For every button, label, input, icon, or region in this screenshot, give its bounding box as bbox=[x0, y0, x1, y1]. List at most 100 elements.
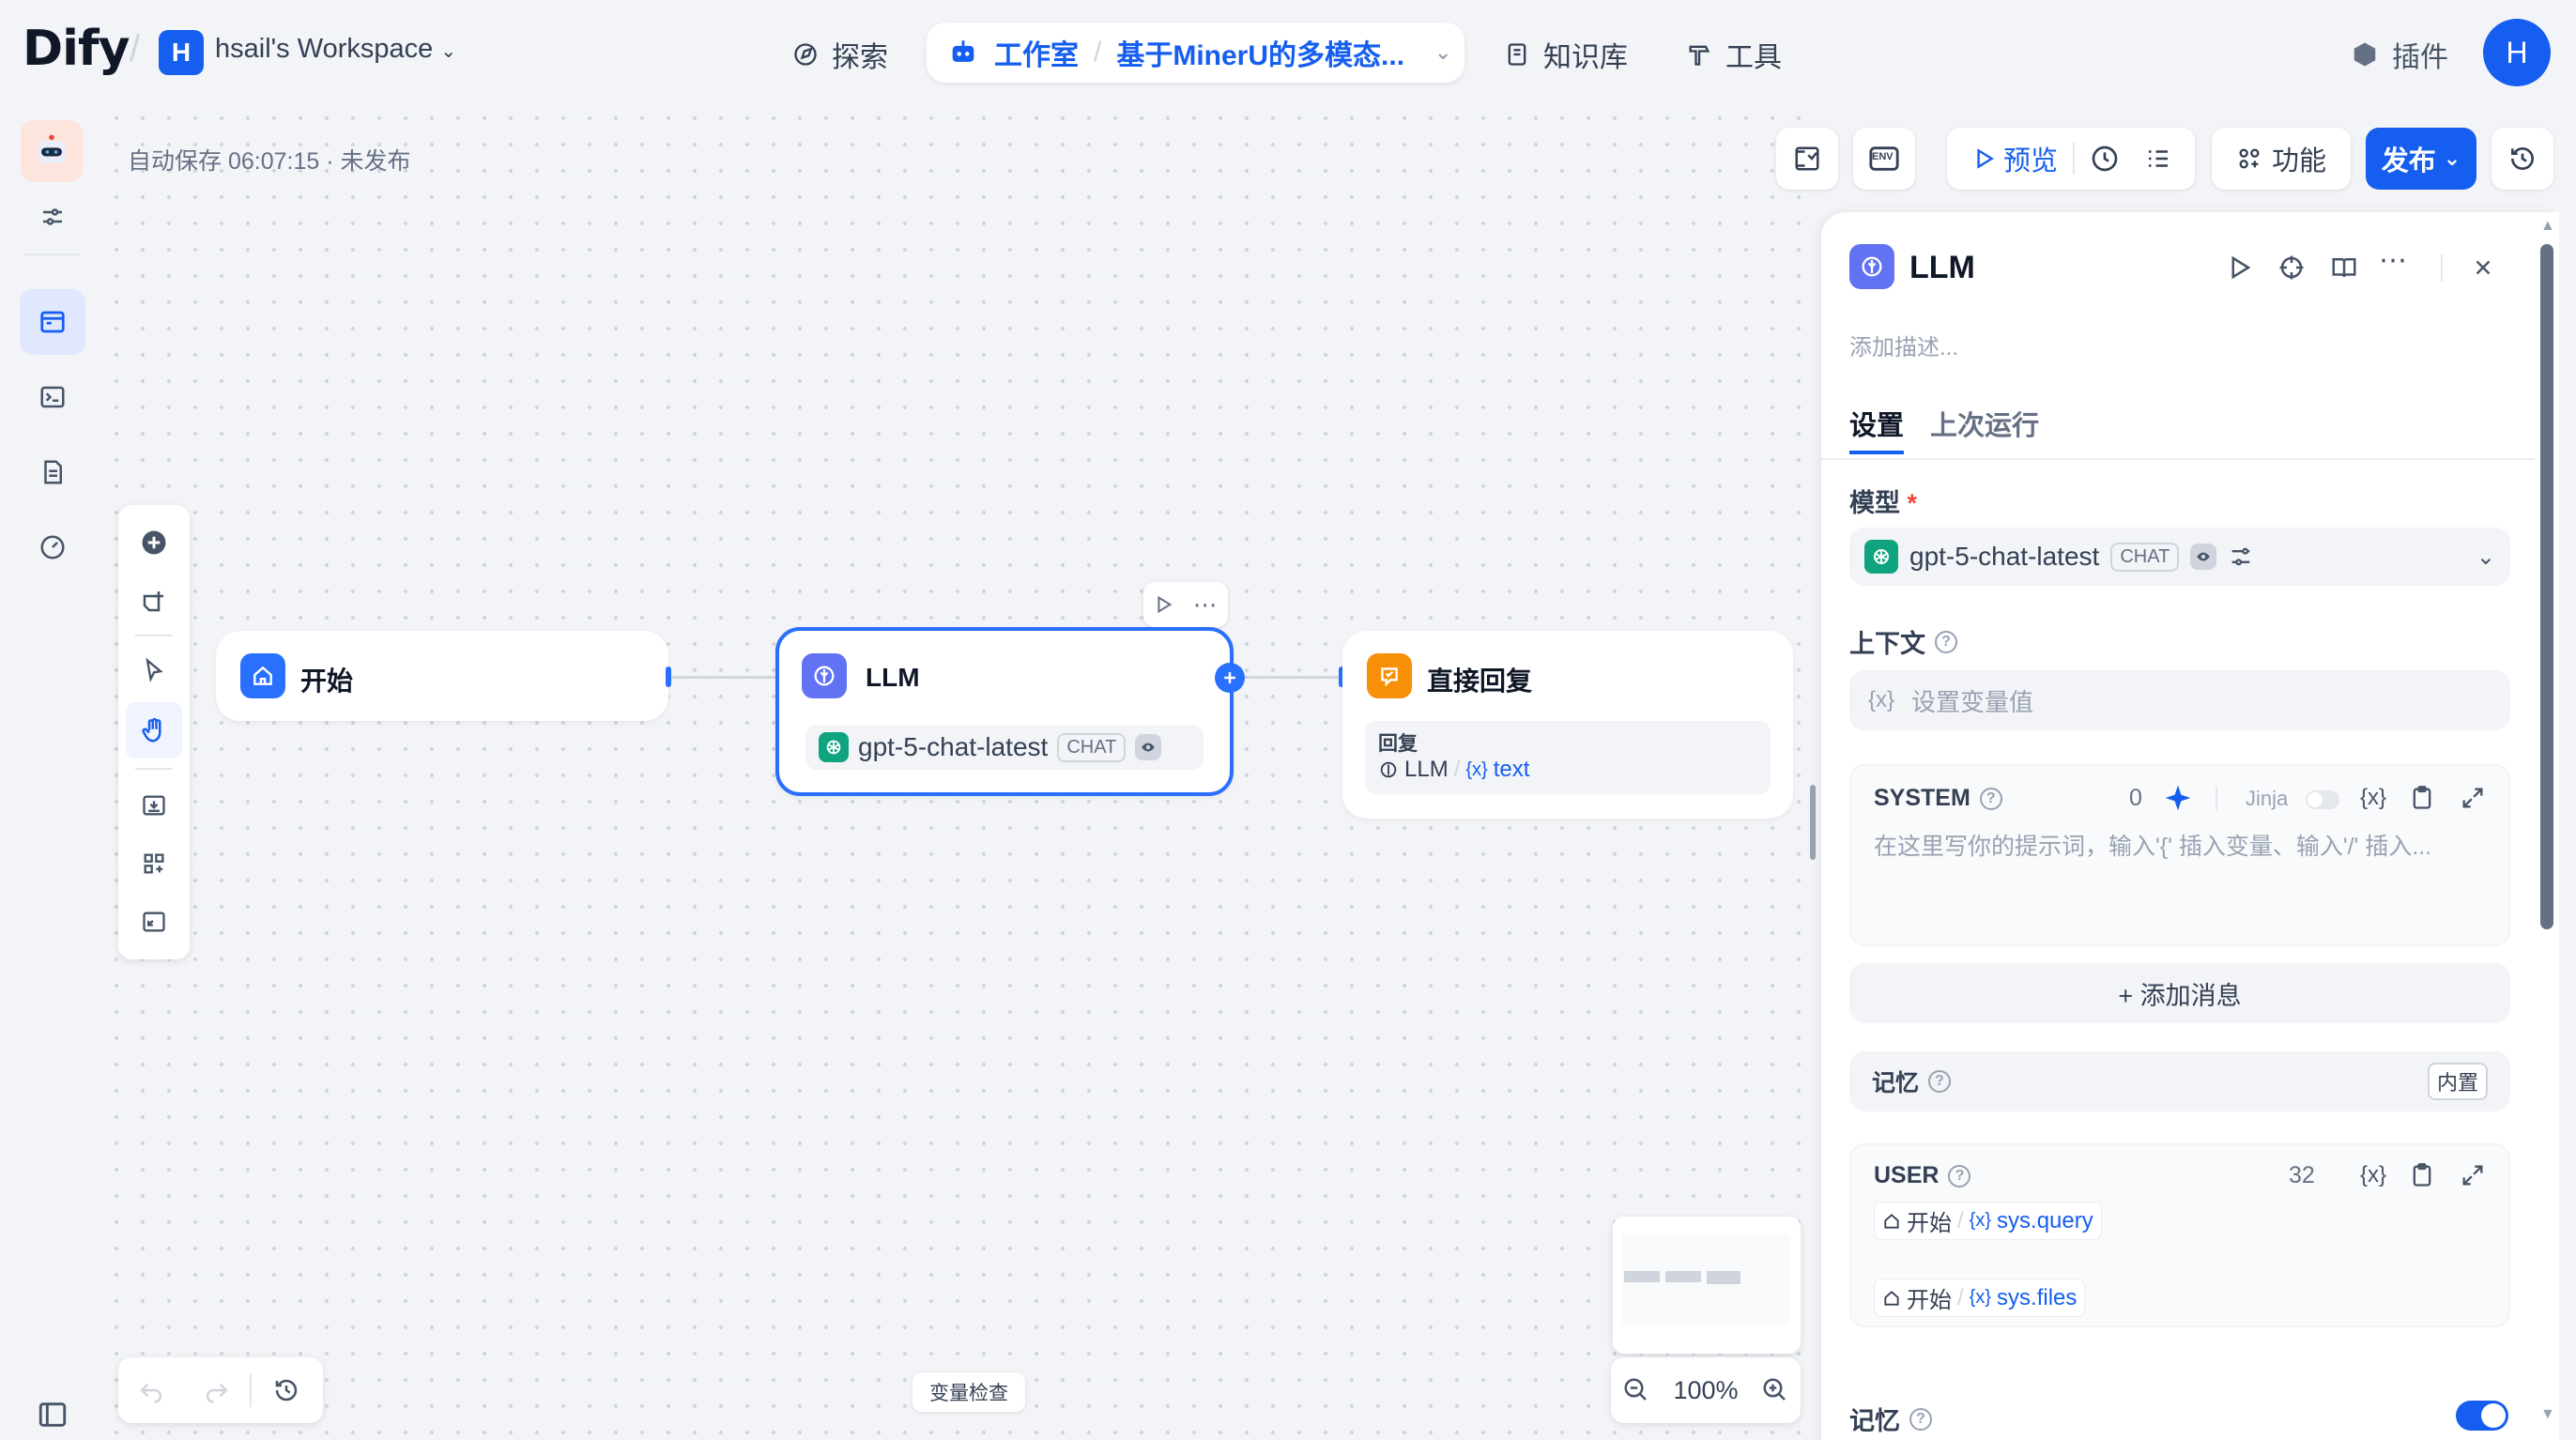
insert-variable-icon[interactable]: {x} bbox=[2360, 1162, 2386, 1188]
user-label: USER? bbox=[1874, 1162, 1971, 1189]
env-variables-button[interactable]: ENV bbox=[1853, 128, 1915, 190]
node-llm[interactable]: LLM gpt-5-chat-latest CHAT bbox=[775, 627, 1234, 796]
zoom-in-icon[interactable] bbox=[1761, 1376, 1789, 1404]
publish-button[interactable]: 发布 ⌄ bbox=[2366, 128, 2476, 190]
divider bbox=[135, 635, 173, 636]
user-avatar[interactable]: H bbox=[2483, 19, 2551, 86]
help-icon[interactable]: ? bbox=[1948, 1164, 1971, 1187]
tab-last-run[interactable]: 上次运行 bbox=[1930, 404, 2039, 443]
nav-plugins[interactable]: 插件 bbox=[2351, 34, 2448, 75]
history-icon bbox=[2511, 146, 2534, 170]
node-start[interactable]: 开始 bbox=[216, 631, 668, 721]
user-prompt-editor[interactable]: USER? 32 {x} 开始 / {x} sys.query 开始 / {x} s… bbox=[1849, 1143, 2510, 1327]
scroll-down-icon[interactable]: ▼ bbox=[2540, 1406, 2555, 1423]
minimap[interactable] bbox=[1613, 1217, 1801, 1354]
preview-button[interactable]: 预览 bbox=[1971, 139, 2058, 178]
sliders-icon[interactable] bbox=[2228, 544, 2254, 570]
file-text-icon bbox=[44, 460, 62, 484]
panel-scrollbar-thumb[interactable] bbox=[2540, 244, 2553, 929]
system-prompt-editor[interactable]: SYSTEM? 0 Jinja {x} 在这里写你的提示词，输入'{' 插入变量… bbox=[1849, 764, 2510, 946]
export-image-button[interactable] bbox=[118, 777, 190, 834]
nav-studio[interactable]: 工作室 / 基于MinerU的多模态... ⌄ bbox=[927, 23, 1464, 83]
sidebar-logs[interactable] bbox=[20, 439, 85, 505]
chevron-down-icon[interactable]: ⌄ bbox=[1434, 40, 1451, 65]
sidebar-settings[interactable] bbox=[20, 184, 85, 250]
sidebar-collapse-button[interactable] bbox=[20, 1382, 85, 1440]
expand-icon[interactable] bbox=[2460, 785, 2486, 811]
close-icon[interactable] bbox=[2471, 255, 2495, 280]
play-icon[interactable] bbox=[1153, 594, 1173, 615]
node-direct-reply[interactable]: 直接回复 回复 LLM / {x} text bbox=[1342, 631, 1793, 819]
undo-button[interactable] bbox=[118, 1376, 184, 1404]
app-name[interactable]: 基于MinerU的多模态... bbox=[1116, 32, 1404, 73]
scroll-up-icon[interactable]: ▲ bbox=[2540, 218, 2555, 235]
model-type-badge: CHAT bbox=[2110, 542, 2180, 572]
pointer-mode-button[interactable] bbox=[118, 642, 190, 698]
nav-knowledge[interactable]: 知识库 bbox=[1504, 34, 1628, 75]
add-next-node-button[interactable] bbox=[1215, 663, 1245, 693]
jinja-toggle[interactable] bbox=[2306, 790, 2339, 809]
sidebar-monitoring[interactable] bbox=[20, 514, 85, 580]
check-list-icon bbox=[1795, 146, 1819, 171]
panel-title[interactable]: LLM bbox=[1909, 250, 1975, 286]
sidebar-api[interactable] bbox=[20, 364, 85, 430]
tab-settings[interactable]: 设置 bbox=[1849, 404, 1904, 443]
ref-variable: text bbox=[1493, 757, 1530, 782]
jinja-label: Jinja bbox=[2246, 787, 2289, 810]
version-history-button[interactable] bbox=[252, 1376, 321, 1404]
more-icon[interactable]: ⋯ bbox=[1193, 592, 1219, 617]
dify-logo[interactable]: Dify bbox=[23, 21, 130, 77]
minimap-node bbox=[1624, 1271, 1660, 1282]
model-name: gpt-5-chat-latest bbox=[1909, 542, 2100, 571]
organize-blocks-button[interactable] bbox=[118, 835, 190, 892]
robot-icon bbox=[38, 134, 66, 163]
run-history-icon[interactable] bbox=[2090, 144, 2120, 174]
panel-resize-handle[interactable] bbox=[1810, 785, 1816, 860]
book-open-icon[interactable] bbox=[2330, 253, 2358, 282]
nav-explore[interactable]: 探索 bbox=[792, 34, 888, 75]
workspace-switcher[interactable]: hsail's Workspace ⌄ bbox=[215, 34, 456, 65]
zoom-level[interactable]: 100% bbox=[1673, 1376, 1738, 1405]
workspace-avatar[interactable]: H bbox=[159, 30, 204, 75]
help-icon[interactable]: ? bbox=[1909, 1407, 1932, 1431]
brain-icon bbox=[1849, 244, 1894, 289]
memory-toggle[interactable] bbox=[2456, 1401, 2508, 1431]
add-note-button[interactable] bbox=[118, 573, 190, 629]
more-icon[interactable]: ⋯ bbox=[2379, 244, 2407, 277]
clipboard-icon[interactable] bbox=[2409, 785, 2435, 811]
help-icon[interactable]: ? bbox=[1979, 787, 2002, 810]
edge-start-llm[interactable] bbox=[668, 676, 775, 679]
restore-button[interactable] bbox=[2492, 128, 2553, 190]
edge-llm-reply[interactable] bbox=[1239, 676, 1341, 679]
insert-variable-icon[interactable]: {x} bbox=[2360, 785, 2386, 811]
clipboard-icon[interactable] bbox=[2409, 1162, 2435, 1188]
maximize-canvas-button[interactable] bbox=[118, 894, 190, 950]
help-icon[interactable]: ? bbox=[1935, 630, 1957, 653]
app-icon[interactable] bbox=[21, 120, 83, 182]
model-selector[interactable]: gpt-5-chat-latest CHAT ⌄ bbox=[1849, 528, 2510, 586]
features-button[interactable]: 功能 bbox=[2212, 128, 2351, 190]
nav-explore-label: 探索 bbox=[832, 42, 888, 73]
sidebar-orchestrate[interactable] bbox=[20, 289, 85, 355]
app-sidebar bbox=[0, 105, 103, 1440]
list-checks-icon[interactable] bbox=[2144, 145, 2172, 173]
sparkle-icon[interactable] bbox=[2163, 783, 2193, 813]
nav-knowledge-label: 知识库 bbox=[1543, 42, 1628, 73]
context-variable-input[interactable]: {x} 设置变量值 bbox=[1849, 670, 2510, 730]
add-message-button[interactable]: + 添加消息 bbox=[1849, 963, 2510, 1023]
crosshair-icon[interactable] bbox=[2277, 253, 2306, 282]
checklist-button[interactable] bbox=[1776, 128, 1838, 190]
hand-mode-button[interactable] bbox=[126, 702, 182, 758]
terminal-icon bbox=[40, 386, 65, 408]
divider bbox=[2441, 253, 2443, 282]
description-input[interactable]: 添加描述... bbox=[1849, 329, 1958, 361]
help-icon[interactable]: ? bbox=[1928, 1070, 1952, 1093]
node-output-handle[interactable] bbox=[666, 666, 671, 687]
add-node-button[interactable] bbox=[118, 514, 190, 571]
expand-icon[interactable] bbox=[2460, 1162, 2486, 1188]
zoom-out-icon[interactable] bbox=[1622, 1376, 1650, 1404]
redo-button[interactable] bbox=[184, 1376, 250, 1404]
nav-tools[interactable]: 工具 bbox=[1686, 34, 1782, 75]
run-step-icon[interactable] bbox=[2225, 253, 2253, 282]
variable-inspect-button[interactable]: 变量检查 bbox=[912, 1372, 1025, 1412]
